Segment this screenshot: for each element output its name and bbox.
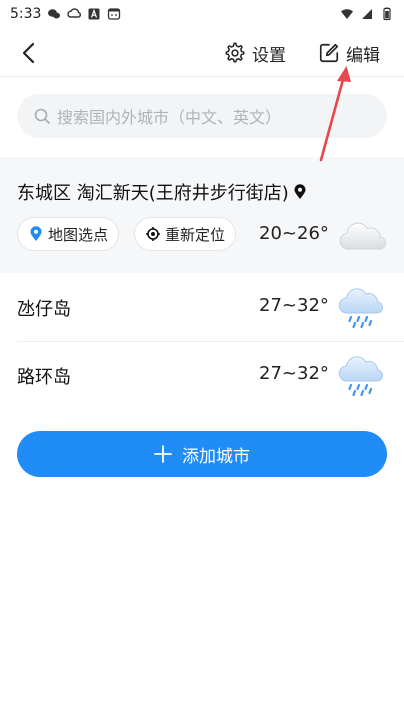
status-bar: 5:33 (0, 0, 404, 28)
edit-button[interactable]: 编辑 (318, 38, 380, 68)
target-icon (146, 227, 160, 241)
battery-icon (383, 7, 391, 21)
settings-label: 设置 (252, 45, 286, 66)
chevron-left-icon (22, 42, 35, 64)
add-city-button[interactable]: 添加城市 (17, 431, 387, 477)
map-pin-icon (30, 226, 42, 241)
header-divider (0, 76, 404, 77)
face-icon (108, 8, 121, 20)
current-location-name: 东城区 淘汇新天(王府井步行街店) (17, 183, 289, 204)
search-icon (34, 108, 50, 124)
a-icon (88, 8, 100, 20)
add-city-label: 添加城市 (182, 446, 250, 467)
cloudy-icon (339, 222, 386, 250)
search-input[interactable]: 搜索国内外城市（中文、英文） (17, 94, 387, 138)
city-row[interactable]: 路环岛 27~32° (0, 341, 404, 409)
current-location-title: 东城区 淘汇新天(王府井步行街店) (17, 179, 307, 205)
rain-icon (338, 356, 384, 397)
back-button[interactable] (14, 38, 44, 68)
gear-icon (225, 42, 245, 63)
edit-icon (319, 43, 339, 63)
city-row[interactable]: 氹仔岛 27~32° (0, 273, 404, 341)
edit-label: 编辑 (346, 45, 380, 66)
city-temp-range: 27~32° (259, 295, 329, 316)
top-bar: 设置 编辑 (0, 28, 404, 76)
map-select-button[interactable]: 地图选点 (17, 217, 120, 251)
cloud-icon (67, 8, 82, 18)
plus-icon (154, 445, 172, 463)
search-placeholder: 搜索国内外城市（中文、英文） (57, 108, 282, 127)
city-name: 氹仔岛 (17, 299, 71, 320)
city-name: 路环岛 (17, 367, 71, 388)
status-time: 5:33 (10, 6, 42, 22)
rain-icon (338, 288, 384, 329)
city-temp-range: 27~32° (259, 363, 329, 384)
relocate-label: 重新定位 (165, 225, 226, 244)
relocate-button[interactable]: 重新定位 (134, 217, 237, 251)
current-temp-range: 20~26° (259, 223, 329, 244)
location-pin-icon (294, 184, 306, 199)
wechat-icon (48, 9, 61, 19)
map-select-label: 地图选点 (48, 225, 109, 244)
signal-icon (362, 9, 372, 19)
settings-button[interactable]: 设置 (224, 38, 286, 68)
wifi-icon (341, 9, 353, 19)
current-location-card[interactable]: 东城区 淘汇新天(王府井步行街店) 地图选点 重新定位 20~26° (0, 157, 404, 273)
